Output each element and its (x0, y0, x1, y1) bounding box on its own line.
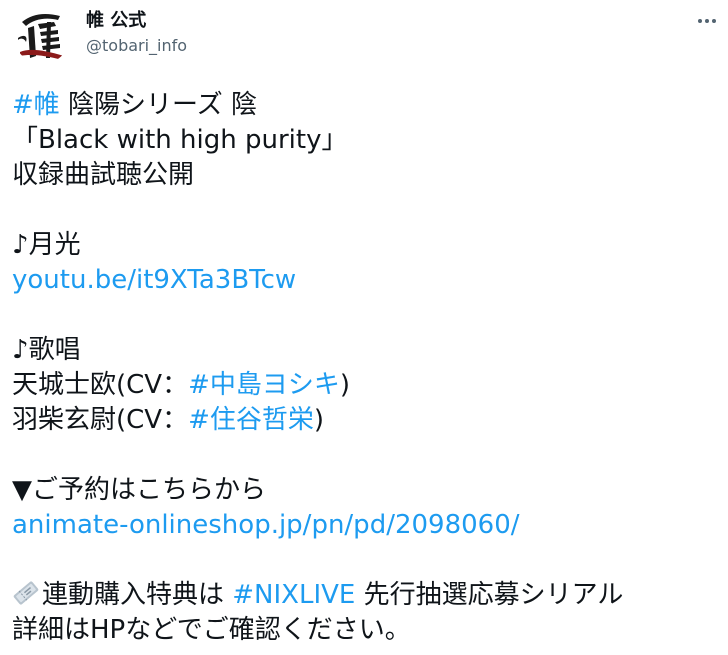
more-options-button[interactable] (690, 6, 724, 36)
tweet-line-title: #帷 陰陽シリーズ 陰 (12, 88, 718, 123)
tweet-text: #帷 陰陽シリーズ 陰 「Black with high purity」 収録曲… (12, 88, 718, 648)
ticket-icon (13, 581, 39, 605)
tweet-line-details: 詳細はHPなどでご確認ください。 (12, 615, 411, 645)
tweet-line-track2: ♪歌唱 (12, 335, 81, 365)
text-span: ) (313, 405, 325, 435)
user-handle[interactable]: @tobari_info (86, 36, 187, 56)
tweet-line-track1: ♪月光 (12, 230, 81, 260)
tweet-line-singer1: 天城士欧(CV：#中島ヨシキ) (12, 368, 718, 403)
youtube-link[interactable]: youtu.be/it9XTa3BTcw (12, 265, 296, 295)
hashtag-link[interactable]: #住谷哲栄 (188, 405, 314, 435)
hashtag-link[interactable]: #NIXLIVE (232, 580, 355, 610)
tweet-line-link1: youtu.be/it9XTa3BTcw (12, 263, 718, 298)
hashtag-link[interactable]: #中島ヨシキ (188, 370, 340, 400)
text-span: 連動購入特典は (42, 580, 233, 610)
text-span: 先行抽選応募シリアル (355, 580, 624, 610)
tweet-line-singer2: 羽柴玄尉(CV：#住谷哲栄) (12, 403, 718, 438)
text-span: 羽柴玄尉(CV： (12, 405, 189, 435)
hashtag-link[interactable]: #帷 (12, 90, 60, 120)
tweet-line-link2: animate-onlineshop.jp/pn/pd/2098060/ (12, 508, 718, 543)
tweet-header: 帷 公式 @tobari_info (0, 0, 728, 70)
text-span: 天城士欧(CV： (12, 370, 189, 400)
tweet-line-album: 「Black with high purity」 (12, 125, 348, 155)
avatar[interactable] (14, 8, 70, 64)
more-options-icon (698, 19, 716, 23)
tweet-line-bonus: 連動購入特典は #NIXLIVE 先行抽選応募シリアル (12, 578, 718, 613)
tweet-line-announcement: 収録曲試聴公開 (12, 160, 195, 190)
avatar-logo-icon (14, 8, 70, 64)
text-span: ) (339, 370, 351, 400)
text-span: 陰陽シリーズ 陰 (59, 90, 258, 120)
tweet-line-reserve: ▼ご予約はこちらから (12, 475, 266, 505)
shop-link[interactable]: animate-onlineshop.jp/pn/pd/2098060/ (12, 510, 520, 540)
display-name[interactable]: 帷 公式 (86, 10, 146, 32)
